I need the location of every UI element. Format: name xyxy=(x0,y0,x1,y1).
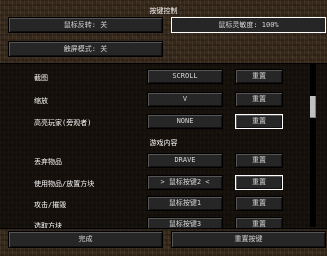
reset-button-attack[interactable]: 重置 xyxy=(235,196,283,211)
keybind-list[interactable]: 截图 SCROLL 重置 缩放 V 重置 高亮玩家(旁观者) NONE 重置 游… xyxy=(0,63,327,229)
key-button-highlight-players[interactable]: NONE xyxy=(147,114,223,129)
row-label-screenshot: 截图 xyxy=(34,74,48,82)
key-button-pick-block[interactable]: 鼠标按键3 xyxy=(147,217,223,228)
row-label-use-item: 使用物品/放置方块 xyxy=(34,180,95,188)
row-label-pick-block: 选取方块 xyxy=(34,222,62,229)
row-label-zoom: 缩放 xyxy=(34,97,48,105)
row-label-drop-item: 丢弃物品 xyxy=(34,158,62,166)
row-label-attack: 攻击/摧毁 xyxy=(34,201,67,209)
scrollbar-track[interactable] xyxy=(310,63,316,227)
screen-title: 按键控制 xyxy=(149,7,178,15)
key-button-drop-item[interactable]: DRAVE xyxy=(147,153,223,168)
row-label-highlight-players: 高亮玩家(旁观者) xyxy=(34,119,92,127)
mouse-invert-button[interactable]: 鼠标反转: 关 xyxy=(8,17,163,33)
reset-button-use-item[interactable]: 重置 xyxy=(235,175,283,190)
reset-button-pick-block[interactable]: 重置 xyxy=(235,217,283,228)
key-button-use-item[interactable]: > 鼠标按键2 < xyxy=(147,175,223,190)
reset-button-drop-item[interactable]: 重置 xyxy=(235,153,283,168)
reset-button-zoom[interactable]: 重置 xyxy=(235,92,283,107)
reset-button-highlight-players[interactable]: 重置 xyxy=(235,114,283,129)
scrollbar-thumb[interactable] xyxy=(310,96,316,118)
key-button-attack[interactable]: 鼠标按键1 xyxy=(147,196,223,211)
reset-keys-button[interactable]: 重置按键 xyxy=(171,231,326,248)
touchscreen-mode-button[interactable]: 触屏模式: 关 xyxy=(8,41,163,57)
done-button[interactable]: 完成 xyxy=(8,231,163,248)
mouse-sensitivity-slider[interactable]: 鼠标灵敏度: 100% xyxy=(171,17,326,33)
key-button-zoom[interactable]: V xyxy=(147,92,223,107)
category-gameplay: 游戏内容 xyxy=(149,139,178,147)
reset-button-screenshot[interactable]: 重置 xyxy=(235,69,283,84)
key-button-screenshot[interactable]: SCROLL xyxy=(147,69,223,84)
